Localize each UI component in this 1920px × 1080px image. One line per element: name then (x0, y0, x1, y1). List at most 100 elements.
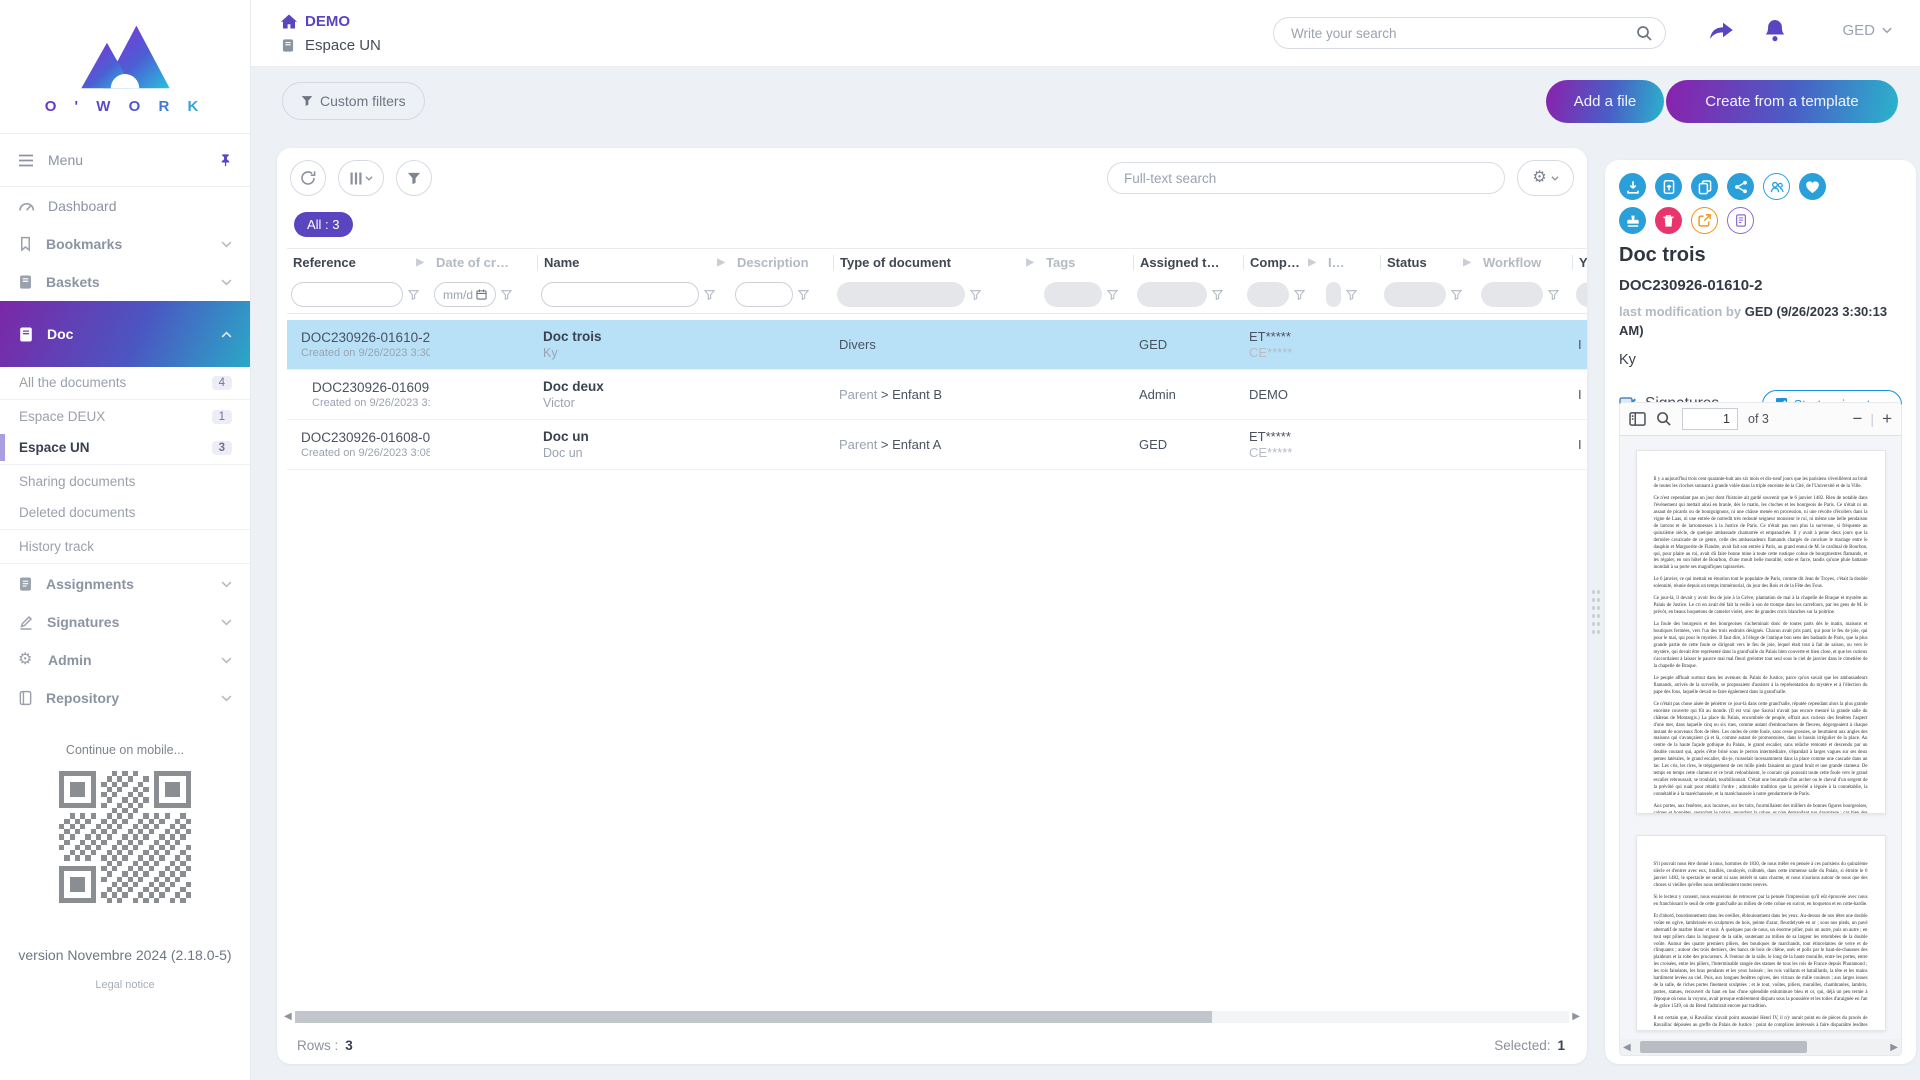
sort-icon[interactable]: ▶ (1026, 257, 1034, 268)
funnel-outline-icon[interactable] (408, 290, 419, 300)
global-search-input[interactable] (1291, 26, 1636, 41)
sidebar-item-espace-deux[interactable]: Espace DEUX 1 (0, 401, 250, 432)
columns-button[interactable] (338, 160, 384, 196)
stamp-button[interactable] (1619, 207, 1646, 234)
funnel-outline-icon[interactable] (970, 290, 981, 300)
list-settings-button[interactable]: ⚙ (1517, 160, 1574, 196)
column-header-y[interactable]: Y… (1572, 255, 1587, 270)
sidebar-item-history-track[interactable]: History track (0, 531, 250, 562)
horizontal-scrollbar[interactable]: ◀ ▶ (281, 1009, 1583, 1024)
scroll-left-icon[interactable]: ◀ (1620, 1042, 1634, 1053)
page-number-input[interactable] (1682, 408, 1738, 430)
filter-input-description[interactable] (735, 282, 793, 307)
filter-select-comp[interactable] (1247, 282, 1289, 307)
profile-menu[interactable]: GED (1842, 22, 1892, 39)
scroll-right-icon[interactable]: ▶ (1887, 1042, 1901, 1053)
scroll-left-icon[interactable]: ◀ (281, 1011, 295, 1022)
filter-select-y[interactable] (1576, 282, 1587, 307)
funnel-outline-icon[interactable] (798, 290, 809, 300)
funnel-outline-icon[interactable] (1548, 290, 1559, 300)
sidebar-item-all-documents[interactable]: All the documents 4 (0, 367, 250, 398)
column-header-i[interactable]: I… (1322, 255, 1380, 270)
filter-select-tags[interactable] (1044, 282, 1102, 307)
scrollbar-thumb[interactable] (295, 1011, 1213, 1023)
sidebar-item-espace-un[interactable]: Espace UN 3 (0, 432, 250, 463)
custom-filters-button[interactable]: Custom filters (282, 82, 425, 120)
add-file-button[interactable]: Add a file (1546, 80, 1664, 123)
sort-icon[interactable]: ▶ (1463, 257, 1471, 268)
pdf-pages[interactable]: Il y a aujourd'hui trois cent quarante-h… (1620, 437, 1901, 1039)
sidebar-item-repository[interactable]: Repository (0, 679, 250, 717)
column-header-tags[interactable]: Tags (1040, 255, 1133, 270)
pin-icon[interactable] (219, 152, 232, 168)
filter-chip-all[interactable]: All : 3 (294, 212, 353, 237)
favorite-button[interactable] (1799, 173, 1826, 200)
column-header-reference[interactable]: Reference▶ (287, 255, 430, 270)
filter-input-name[interactable] (541, 282, 699, 307)
zoom-out-button[interactable]: − (1852, 409, 1862, 429)
funnel-outline-icon[interactable] (1212, 290, 1223, 300)
sidebar-toggle-icon[interactable] (1629, 412, 1646, 426)
sidebar-item-dashboard[interactable]: Dashboard (0, 187, 250, 225)
search-icon[interactable] (1656, 411, 1672, 427)
create-from-template-button[interactable]: Create from a template (1666, 80, 1898, 123)
column-header-assigned[interactable]: Assigned t… (1133, 255, 1243, 270)
sort-icon[interactable]: ▶ (717, 257, 725, 268)
column-header-comp[interactable]: Comp…▶ (1243, 255, 1322, 270)
scrollbar-track[interactable] (295, 1011, 1570, 1023)
fulltext-search-input[interactable] (1124, 171, 1488, 186)
scrollbar-thumb[interactable] (1640, 1041, 1807, 1053)
filter-input-reference[interactable] (291, 282, 403, 307)
funnel-outline-icon[interactable] (704, 290, 715, 300)
column-header-status[interactable]: Status▶ (1380, 255, 1477, 270)
column-header-date[interactable]: Date of cr… (430, 255, 537, 270)
open-external-button[interactable] (1691, 207, 1718, 234)
table-row[interactable]: PDF DOC230926-01608-0 Created on 9/26/20… (287, 420, 1587, 470)
sidebar-item-deleted-documents[interactable]: Deleted documents (0, 497, 250, 528)
sidebar-item-signatures[interactable]: Signatures (0, 603, 250, 641)
table-row[interactable]: w DOC230926-01609-0 Created on 9/26/2023… (287, 370, 1587, 420)
download-button[interactable] (1619, 173, 1646, 200)
column-header-name[interactable]: Name▶ (537, 255, 731, 270)
funnel-outline-icon[interactable] (1294, 290, 1305, 300)
filter-select-assigned[interactable] (1137, 282, 1207, 307)
sidebar-item-baskets[interactable]: Baskets (0, 263, 250, 301)
document-properties-button[interactable] (1727, 207, 1754, 234)
pdf-horizontal-scrollbar[interactable]: ◀ ▶ (1620, 1039, 1901, 1055)
delete-button[interactable] (1655, 207, 1682, 234)
search-icon[interactable] (1636, 25, 1653, 42)
legal-notice-link[interactable]: Legal notice (0, 979, 250, 991)
sidebar-item-assignments[interactable]: Assignments (0, 565, 250, 603)
sort-icon[interactable]: ▶ (416, 257, 424, 268)
sidebar-item-bookmarks[interactable]: Bookmarks (0, 225, 250, 263)
upload-file-button[interactable] (1655, 173, 1682, 200)
funnel-outline-icon[interactable] (1451, 290, 1462, 300)
filter-select-type[interactable] (837, 282, 965, 307)
sidebar-item-sharing-documents[interactable]: Sharing documents (0, 466, 250, 497)
filter-select-workflow[interactable] (1481, 282, 1543, 307)
table-row[interactable]: PDF DOC230926-01610-2 Created on 9/26/20… (287, 320, 1587, 370)
sidebar-item-doc[interactable]: Doc (0, 301, 250, 367)
share-button[interactable] (1708, 18, 1735, 42)
copy-button[interactable] (1691, 173, 1718, 200)
funnel-outline-icon[interactable] (1346, 290, 1357, 300)
share-users-button[interactable] (1763, 173, 1790, 200)
sidebar-item-admin[interactable]: ⚙ Admin (0, 641, 250, 679)
funnel-outline-icon[interactable] (1107, 290, 1118, 300)
breadcrumb-space[interactable]: Espace UN (281, 37, 381, 54)
panel-resize-handle[interactable] (1591, 588, 1601, 634)
notifications-button[interactable] (1763, 18, 1787, 44)
scroll-right-icon[interactable]: ▶ (1569, 1011, 1583, 1022)
filter-select-i[interactable] (1326, 282, 1341, 307)
filter-input-date[interactable]: mm/d (434, 282, 496, 307)
column-header-description[interactable]: Description (731, 255, 833, 270)
column-header-type[interactable]: Type of document▶ (833, 255, 1040, 270)
scrollbar-track[interactable] (1634, 1041, 1888, 1053)
share-button[interactable] (1727, 173, 1754, 200)
zoom-in-button[interactable]: + (1882, 409, 1892, 429)
refresh-button[interactable] (290, 160, 326, 196)
column-header-workflow[interactable]: Workflow (1477, 255, 1572, 270)
filter-button[interactable] (396, 160, 432, 196)
filter-select-status[interactable] (1384, 282, 1446, 307)
breadcrumb-app[interactable]: DEMO (281, 13, 350, 30)
